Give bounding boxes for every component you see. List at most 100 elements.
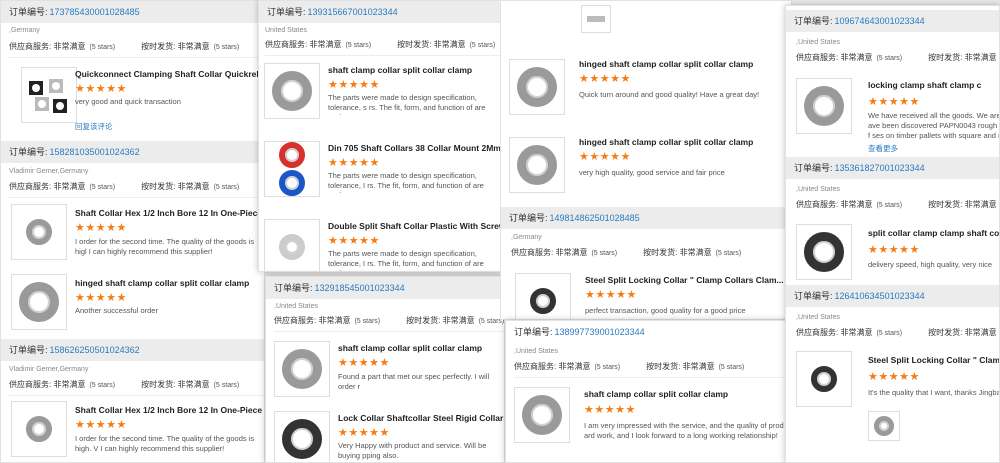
buyer-country: ,Germany (9, 27, 40, 34)
product-title[interactable]: shaft clamp collar split collar clamp (328, 65, 502, 75)
on-time-stars: (5 stars) (469, 42, 496, 49)
order-number[interactable]: 158626250501024362 (50, 345, 140, 355)
rating-stars: ★★★★★ (338, 357, 390, 369)
product-title[interactable]: locking clamp shaft clamp c (868, 80, 999, 90)
supplier-service-stars: (5 stars) (89, 184, 116, 191)
order-header: 订单编号: 135361827001023344 (786, 157, 999, 179)
product-title[interactable]: Shaft Collar Hex 1/2 Inch Bore 12 In One… (75, 405, 264, 415)
product-thumbnail[interactable] (11, 274, 67, 330)
supplier-service-label: 供应商服务: 非常满意 (265, 40, 342, 49)
product-title[interactable]: hinged shaft clamp collar split collar c… (579, 59, 789, 69)
product-title[interactable]: Steel Split Locking Collar " Clamp C (868, 355, 999, 365)
rating-stars: ★★★★★ (75, 292, 127, 304)
product-thumbnail[interactable] (274, 341, 330, 397)
product-title[interactable]: shaft clamp collar split collar clamp (584, 389, 789, 399)
product-thumbnail[interactable] (796, 224, 852, 280)
product-thumbnail[interactable] (264, 141, 320, 197)
product-review: Quickconnect Clamping Shaft Collar Quick… (21, 67, 264, 133)
product-thumbnail[interactable] (21, 67, 77, 123)
order-number[interactable]: 173785430001028485 (50, 7, 140, 17)
order-number[interactable]: 149814862501028485 (550, 213, 640, 223)
product-thumbnail[interactable] (868, 411, 900, 441)
product-thumbnail-partial[interactable] (581, 5, 611, 33)
review-text: very good and quick transaction (75, 97, 181, 106)
rating-stars: ★★★★★ (328, 157, 380, 169)
product-thumbnail[interactable] (509, 59, 565, 115)
supplier-service-stars: (5 stars) (89, 44, 116, 51)
product-thumbnail[interactable] (796, 351, 852, 407)
product-thumbnail[interactable] (11, 204, 67, 260)
product-title[interactable]: Din 705 Shaft Collars 38 Collar Mount 2M… (328, 143, 502, 153)
product-title[interactable]: Lock Collar Shaftcollar Steel Rigid Coll… (338, 413, 504, 423)
order-label: 订单编号: (514, 327, 553, 337)
order-label: 订单编号: (9, 345, 48, 355)
red-collar-icon (279, 142, 305, 168)
order-header: 订单编号: 158281035001024362 (1, 141, 264, 163)
clamp-collar-icon (282, 349, 322, 389)
product-title[interactable]: Shaft Collar Hex 1/2 Inch Bore 12 In One… (75, 208, 264, 218)
buyer-country: ,United States (796, 39, 840, 46)
product-title[interactable]: Steel Split Locking Collar " Clamp Colla… (585, 275, 785, 285)
product-review: shaft clamp collar split collar clamp ★★… (514, 387, 789, 459)
order-number[interactable]: 158281035001024362 (50, 147, 140, 157)
review-text: Found a part that met our spec perfectly… (338, 372, 490, 391)
service-rating-row: 供应商服务: 非常满意 (5 stars) 按时发货: 非常满意 (5 stars) (511, 247, 767, 258)
on-time-label: 按时发货: 非常满意 (928, 53, 997, 62)
product-review: Shaft Collar Hex 1/2 Inch Bore 12 In One… (11, 204, 264, 270)
order-label: 订单编号: (794, 16, 833, 26)
product-title[interactable]: hinged shaft clamp collar split collar c… (75, 278, 264, 288)
service-rating-row: 供应商服务: 非常满意 (5 stars) 按时发货: 非常满意 (5 stars) (9, 41, 264, 52)
product-thumbnail[interactable] (509, 137, 565, 193)
product-thumbnail[interactable] (274, 411, 330, 462)
product-thumbnail[interactable] (515, 273, 571, 319)
buyer-country: ,United States (796, 314, 840, 321)
supplier-service-stars: (5 stars) (89, 382, 116, 389)
order-number[interactable]: 126410634501023344 (835, 291, 925, 301)
order-label: 订单编号: (9, 7, 48, 17)
on-time-label: 按时发货: 非常满意 (643, 248, 712, 257)
product-title[interactable]: hinged shaft clamp collar split collar c… (579, 137, 789, 147)
product-thumbnail[interactable] (514, 387, 570, 443)
order-number[interactable]: 132918545001023344 (315, 283, 405, 293)
reply-link[interactable]: 回复该评论 (75, 121, 113, 132)
supplier-service-label: 供应商服务: 非常满意 (796, 53, 873, 62)
rating-stars: ★★★★★ (328, 235, 380, 247)
clamp-collar-icon (272, 71, 312, 111)
buyer-name: Vladimir Gerner,Germany (9, 366, 89, 373)
supplier-service-stars: (5 stars) (876, 55, 903, 62)
product-review: Steel Split Locking Collar " Clamp Colla… (515, 273, 791, 319)
product-review: hinged shaft clamp collar split collar c… (11, 274, 264, 340)
product-review: hinged shaft clamp collar split collar c… (509, 137, 791, 203)
order-label: 订单编号: (794, 163, 833, 173)
product-thumbnail[interactable] (11, 401, 67, 457)
hex-collar-icon (26, 416, 52, 442)
product-title[interactable]: split collar clamp clamp shaft coll (868, 228, 999, 238)
order-label: 订单编号: (274, 283, 313, 293)
product-title[interactable]: shaft clamp collar split collar clamp (338, 343, 504, 353)
review-text: perfect transaction, good quality for a … (585, 306, 746, 315)
order-number[interactable]: 138997739001023344 (555, 327, 645, 337)
supplier-service-label: 供应商服务: 非常满意 (796, 328, 873, 337)
rating-stars: ★★★★★ (868, 96, 920, 108)
order-number[interactable]: 139315667001023344 (308, 7, 398, 17)
clamp-collar-icon (874, 416, 894, 436)
product-title[interactable]: Double Split Shaft Collar Plastic With S… (328, 221, 502, 231)
order-header: 订单编号: 173785430001028485 (1, 1, 264, 23)
supplier-service-label: 供应商服务: 非常满意 (9, 42, 86, 51)
product-thumbnail[interactable] (264, 63, 320, 119)
service-rating-row: 供应商服务: 非常满意 (5 stars) 按时发货: 非常满意 (796, 52, 999, 63)
review-panel-2: 订单编号: 139315667001023344 United States 供应… (258, 0, 503, 272)
product-review: Steel Split Locking Collar " Clamp C ★★★… (796, 351, 999, 417)
service-rating-row: 供应商服务: 非常满意 (5 stars) 按时发货: 非常满意 (796, 327, 999, 338)
on-time-stars: (5 stars) (213, 382, 240, 389)
on-time-stars: (5 stars) (213, 44, 240, 51)
supplier-service-label: 供应商服务: 非常满意 (9, 380, 86, 389)
review-panel-4: hinged shaft clamp collar split collar c… (500, 0, 792, 320)
product-title[interactable]: Quickconnect Clamping Shaft Collar Quick… (75, 69, 264, 79)
view-more-link[interactable]: 查看更多 (868, 143, 898, 154)
order-number[interactable]: 109674643001023344 (835, 16, 925, 26)
product-thumbnail[interactable] (796, 78, 852, 134)
product-thumbnail[interactable] (264, 219, 320, 271)
review-text: very high quality, good service and fair… (579, 168, 725, 177)
order-number[interactable]: 135361827001023344 (835, 163, 925, 173)
